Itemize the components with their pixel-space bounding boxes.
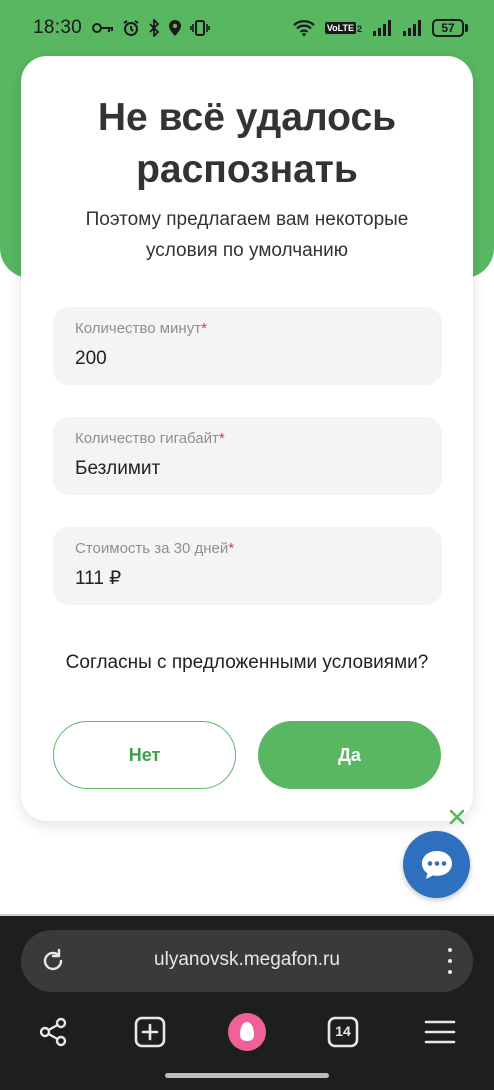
close-icon[interactable]: [446, 806, 468, 828]
dialog-card: Не всё удалось распознать Поэтому предла…: [21, 56, 473, 821]
wifi-icon: [293, 20, 315, 36]
yes-button[interactable]: Да: [258, 721, 441, 789]
battery-icon: 57: [432, 19, 468, 37]
vibrate-icon: [190, 20, 210, 36]
alarm-icon: [123, 20, 139, 36]
status-time: 18:30: [33, 17, 83, 38]
price-label: Стоимость за 30 дней*: [75, 540, 235, 557]
bluetooth-icon: [149, 19, 160, 37]
share-icon[interactable]: [33, 1012, 73, 1052]
more-icon[interactable]: [447, 948, 453, 974]
home-indicator[interactable]: [165, 1073, 329, 1078]
menu-icon[interactable]: [420, 1012, 460, 1052]
status-bar: 18:30 VoLTE 2 57: [0, 0, 494, 56]
bottom-nav: 14: [0, 1012, 494, 1052]
tab-count: 14: [335, 1023, 351, 1039]
signal-icon: [373, 20, 391, 36]
address-bar[interactable]: ulyanovsk.megafon.ru: [21, 930, 473, 992]
minutes-label: Количество минут*: [75, 320, 207, 337]
key-icon: [92, 23, 114, 33]
chat-bubble-icon: [421, 850, 452, 879]
dialog-title: Не всё удалось распознать: [97, 96, 397, 191]
price-value: 111 ₽: [75, 568, 122, 589]
alice-icon[interactable]: [227, 1012, 267, 1052]
gigabytes-field[interactable]: Количество гигабайт* Безлимит: [53, 417, 442, 495]
chat-button[interactable]: [403, 831, 470, 898]
location-icon: [169, 20, 182, 36]
price-field[interactable]: Стоимость за 30 дней* 111 ₽: [53, 527, 442, 605]
gigabytes-value: Безлимит: [75, 458, 161, 479]
gigabytes-label: Количество гигабайт*: [75, 430, 225, 447]
dialog-subtitle: Поэтому предлагаем вам некоторые условия…: [85, 209, 409, 261]
browser-toolbar: ulyanovsk.megafon.ru 14: [0, 916, 494, 1090]
new-tab-icon[interactable]: [130, 1012, 170, 1052]
battery-level: 57: [432, 19, 464, 37]
minutes-field[interactable]: Количество минут* 200: [53, 307, 442, 385]
tabs-icon[interactable]: 14: [323, 1012, 363, 1052]
minutes-value: 200: [75, 348, 107, 369]
volte-badge: VoLTE 2: [324, 22, 362, 34]
confirm-question: Согласны с предложенными условиями?: [65, 652, 429, 673]
url-text[interactable]: ulyanovsk.megafon.ru: [21, 949, 473, 971]
no-button[interactable]: Нет: [53, 721, 236, 789]
signal-icon-2: [403, 20, 421, 36]
